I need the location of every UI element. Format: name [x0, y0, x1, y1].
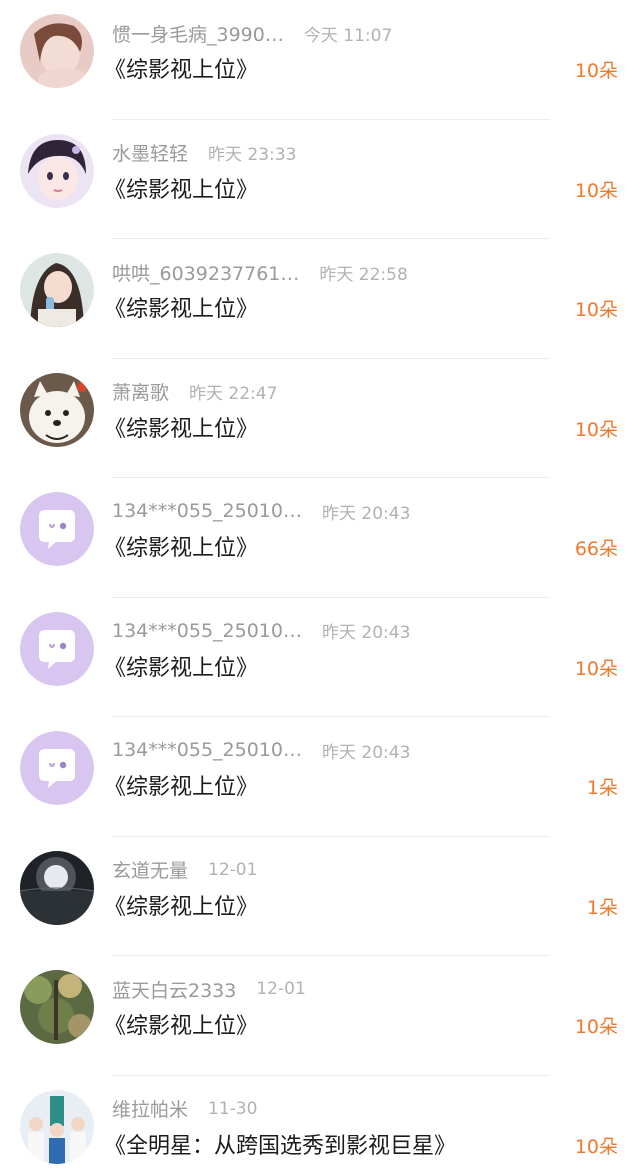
list-item[interactable]: 134***055_25010… 昨天 20:43 《综影视上位》 66朵 — [0, 478, 640, 598]
avatar[interactable] — [20, 731, 94, 805]
book-title[interactable]: 《综影视上位》 — [104, 1008, 258, 1040]
timestamp: 昨天 22:47 — [189, 384, 278, 404]
gift-record-list: 惯一身毛病_3990… 今天 11:07 《综影视上位》 10朵 水墨轻轻 昨天… — [0, 0, 640, 1169]
user-name[interactable]: 水墨轻轻 — [112, 139, 188, 166]
user-name[interactable]: 惯一身毛病_3990… — [112, 20, 284, 47]
timestamp: 昨天 20:43 — [321, 503, 411, 524]
avatar[interactable] — [20, 850, 94, 925]
gift-count: 1朵 — [586, 777, 618, 799]
forest-leaves-icon — [20, 970, 94, 1044]
avatar[interactable] — [20, 611, 94, 686]
name-line: 134***055_25010… 昨天 20:43 — [112, 618, 410, 644]
user-name[interactable]: 萧离歌 — [112, 378, 169, 405]
book-title[interactable]: 《综影视上位》 — [104, 172, 258, 204]
timestamp: 11-30 — [208, 1098, 258, 1119]
list-item[interactable]: 萧离歌 昨天 22:47 《综影视上位》 10朵 — [0, 359, 640, 478]
user-name[interactable]: 134***055_25010… — [112, 500, 302, 522]
timestamp: 昨天 22:58 — [319, 264, 408, 285]
avatar[interactable] — [20, 14, 94, 88]
gift-count: 10朵 — [574, 299, 618, 321]
book-title[interactable]: 《综影视上位》 — [104, 291, 258, 323]
moon-glow-icon — [20, 850, 94, 925]
list-item[interactable]: 134***055_25010… 昨天 20:43 《综影视上位》 10朵 — [0, 598, 640, 717]
name-line: 蓝天白云2333 12-01 — [112, 976, 306, 1002]
list-item[interactable]: 玄道无量 12-01 《综影视上位》 1朵 — [0, 837, 640, 956]
timestamp: 今天 11:07 — [303, 25, 393, 46]
name-line: 134***055_25010… 昨天 20:43 — [112, 737, 410, 763]
list-item[interactable]: 哄哄_6039237761… 昨天 22:58 《综影视上位》 10朵 — [0, 239, 640, 359]
chat-bubble-icon — [20, 731, 94, 805]
white-dog-icon — [20, 372, 94, 447]
gift-count: 1朵 — [586, 896, 618, 919]
user-name[interactable]: 蓝天白云2333 — [112, 976, 236, 1003]
timestamp: 昨天 23:33 — [208, 145, 297, 165]
gift-count: 10朵 — [574, 657, 618, 680]
anime-girl-icon — [20, 133, 94, 208]
list-item[interactable]: 惯一身毛病_3990… 今天 11:07 《综影视上位》 10朵 — [0, 0, 640, 120]
user-name[interactable]: 哄哄_6039237761… — [112, 259, 299, 286]
user-name[interactable]: 玄道无量 — [112, 856, 188, 883]
name-line: 哄哄_6039237761… 昨天 22:58 — [112, 259, 408, 285]
gift-count: 10朵 — [574, 418, 618, 441]
book-title[interactable]: 《全明星：从跨国选秀到影视巨星》 — [104, 1128, 456, 1160]
avatar[interactable] — [20, 253, 94, 327]
name-line: 水墨轻轻 昨天 23:33 — [112, 140, 296, 166]
name-line: 惯一身毛病_3990… 今天 11:07 — [112, 20, 392, 46]
name-line: 134***055_25010… 昨天 20:43 — [112, 498, 410, 524]
book-title[interactable]: 《综影视上位》 — [104, 889, 258, 921]
avatar[interactable] — [20, 492, 94, 566]
name-line: 维拉帕米 11-30 — [112, 1096, 257, 1122]
timestamp: 12-01 — [208, 859, 258, 880]
timestamp: 昨天 20:43 — [321, 623, 411, 643]
name-line: 玄道无量 12-01 — [112, 857, 257, 883]
girl-with-bottle-icon — [20, 253, 94, 327]
list-item[interactable]: 134***055_25010… 昨天 20:43 《综影视上位》 1朵 — [0, 717, 640, 837]
user-name[interactable]: 134***055_25010… — [112, 620, 302, 642]
book-title[interactable]: 《综影视上位》 — [104, 650, 258, 682]
user-name[interactable]: 维拉帕米 — [112, 1095, 188, 1122]
chat-bubble-icon — [20, 611, 94, 686]
avatar[interactable] — [20, 1089, 94, 1164]
gift-count: 10朵 — [574, 60, 618, 82]
list-item[interactable]: 蓝天白云2333 12-01 《综影视上位》 10朵 — [0, 956, 640, 1076]
timestamp: 12-01 — [256, 979, 306, 999]
girl-portrait-icon — [20, 14, 94, 88]
book-title[interactable]: 《综影视上位》 — [104, 411, 258, 443]
avatar[interactable] — [20, 970, 94, 1044]
name-line: 萧离歌 昨天 22:47 — [112, 379, 277, 405]
avatar[interactable] — [20, 133, 94, 208]
timestamp: 昨天 20:43 — [321, 742, 411, 763]
gift-count: 10朵 — [574, 1016, 618, 1038]
book-title[interactable]: 《综影视上位》 — [104, 769, 258, 801]
list-item[interactable]: 维拉帕米 11-30 《全明星：从跨国选秀到影视巨星》 10朵 — [0, 1076, 640, 1169]
user-name[interactable]: 134***055_25010… — [112, 739, 302, 761]
gift-count: 66朵 — [574, 538, 618, 560]
book-title[interactable]: 《综影视上位》 — [104, 530, 258, 562]
gift-count: 10朵 — [574, 1135, 618, 1158]
gift-count: 10朵 — [574, 179, 618, 202]
chat-bubble-icon — [20, 492, 94, 566]
group-photo-icon — [20, 1089, 94, 1164]
list-item[interactable]: 水墨轻轻 昨天 23:33 《综影视上位》 10朵 — [0, 120, 640, 239]
avatar[interactable] — [20, 372, 94, 447]
book-title[interactable]: 《综影视上位》 — [104, 52, 258, 84]
